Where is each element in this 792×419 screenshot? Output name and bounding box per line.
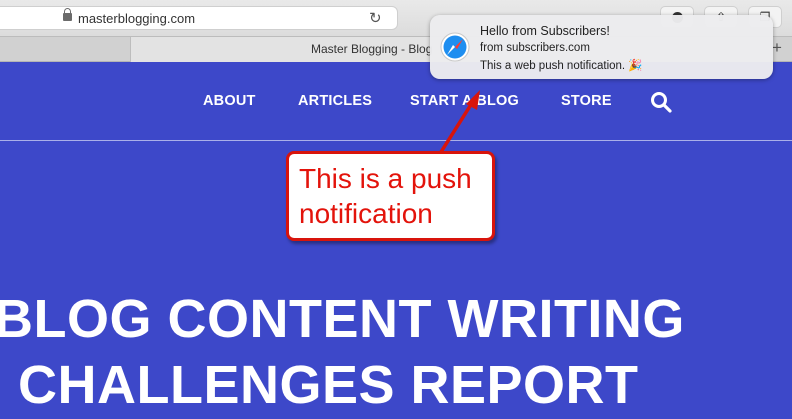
reload-icon[interactable]: ↻ bbox=[369, 9, 382, 27]
notification-title: Hello from Subscribers! bbox=[480, 24, 610, 38]
url-text: masterblogging.com bbox=[78, 11, 196, 26]
safari-compass-icon bbox=[440, 32, 470, 62]
page-title-line-2: CHALLENGES REPORT bbox=[18, 355, 639, 415]
nav-item-store[interactable]: STORE bbox=[561, 93, 612, 109]
new-tab-icon[interactable]: + bbox=[772, 38, 782, 58]
lock-icon bbox=[63, 8, 72, 21]
notification-source: from subscribers.com bbox=[480, 42, 590, 54]
page-title-line-1: BLOG CONTENT WRITING bbox=[0, 289, 685, 349]
nav-divider bbox=[0, 140, 792, 141]
nav-item-articles[interactable]: ARTICLES bbox=[298, 93, 372, 109]
annotation-line-1: This is a push bbox=[299, 163, 472, 194]
annotation-text: This is a push notification bbox=[299, 161, 489, 231]
annotation-callout: This is a push notification bbox=[286, 151, 495, 241]
annotation-line-2: notification bbox=[299, 198, 433, 229]
tab-title: Master Blogging - Blog bbox=[311, 42, 433, 56]
search-icon[interactable] bbox=[650, 91, 672, 113]
push-notification[interactable]: Hello from Subscribers! from subscribers… bbox=[430, 15, 773, 79]
nav-item-about[interactable]: ABOUT bbox=[203, 93, 256, 109]
notification-body: This a web push notification. 🎉 bbox=[480, 60, 643, 72]
address-bar[interactable]: masterblogging.com ↻ bbox=[0, 6, 398, 30]
nav-item-start-a-blog[interactable]: START A BLOG bbox=[410, 93, 519, 109]
